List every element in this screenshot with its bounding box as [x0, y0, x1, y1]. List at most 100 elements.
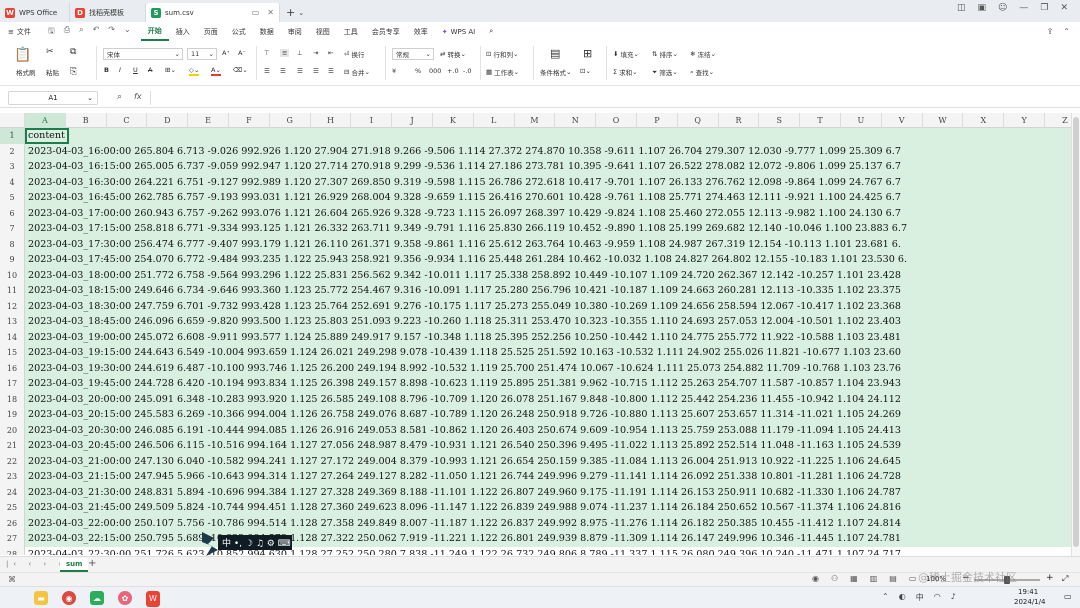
tab-template[interactable]: D 找稻壳模板	[70, 3, 146, 22]
spreadsheet-grid[interactable]: ABCDEFGHIJKLMNOPQRSTUVWXYZ 1 content 2 2023…	[0, 113, 1071, 555]
layout-icon[interactable]: ◫	[957, 3, 966, 13]
data-cell[interactable]: 2023-04-03_22:30:00 251.726 5.623 -10.85…	[25, 547, 1071, 556]
increase-decimal-icon[interactable]: +.0	[447, 67, 459, 75]
data-cell[interactable]: 2023-04-03_18:30:00 247.759 6.701 -9.732…	[25, 298, 1071, 314]
menu-member[interactable]: 会员专享	[365, 22, 407, 41]
tray-app-icon[interactable]: ◐	[899, 592, 906, 603]
collapse-ribbon-icon[interactable]: ⌃	[1063, 27, 1070, 36]
align-left-icon[interactable]: ☰	[264, 67, 270, 75]
cell-style-icon[interactable]: ⊞	[583, 47, 592, 60]
column-header-l[interactable]: L	[474, 113, 515, 128]
data-cell[interactable]: 2023-04-03_21:30:00 248.831 5.894 -10.69…	[25, 484, 1071, 500]
add-sheet-button[interactable]: +	[88, 558, 96, 569]
font-size-select[interactable]: 11 ⌄	[187, 48, 217, 60]
data-cell[interactable]: 2023-04-03_19:15:00 244.643 6.549 -10.00…	[25, 345, 1071, 361]
data-cell[interactable]: 2023-04-03_20:15:00 245.583 6.269 -10.36…	[25, 407, 1071, 423]
data-cell[interactable]: 2023-04-03_22:00:00 250.107 5.756 -10.78…	[25, 515, 1071, 531]
tray-chevron-icon[interactable]: ⌃	[882, 592, 889, 603]
zoom-formula-icon[interactable]: ⌕	[117, 92, 122, 102]
wps-taskbar-icon[interactable]: W	[146, 591, 160, 605]
cond-format-icon[interactable]: ▤	[550, 47, 560, 60]
column-header-r[interactable]: R	[719, 113, 760, 128]
border-icon[interactable]: ⊞⌄	[165, 66, 176, 74]
row-header[interactable]: 14	[0, 329, 25, 345]
column-header-m[interactable]: M	[515, 113, 556, 128]
menu-insert[interactable]: 插入	[169, 22, 197, 41]
row-header[interactable]: 17	[0, 376, 25, 392]
thousands-icon[interactable]: 000	[429, 67, 441, 75]
distribute-icon[interactable]: ☰	[328, 67, 334, 75]
column-header-u[interactable]: U	[841, 113, 882, 128]
column-header-v[interactable]: V	[882, 113, 923, 128]
lock-icon[interactable]: ⚇	[831, 574, 838, 583]
data-cell[interactable]: 2023-04-03_18:15:00 249.646 6.734 -9.646…	[25, 283, 1071, 299]
normal-view-icon[interactable]: ▦	[850, 574, 858, 583]
row-header[interactable]: 13	[0, 314, 25, 330]
zoom-in-icon[interactable]: +	[1046, 573, 1054, 583]
find-button[interactable]: ⌕ 查找 ⌄	[690, 67, 714, 78]
file-explorer-icon[interactable]: ▬	[34, 591, 48, 605]
preview-icon[interactable]: ⌕	[79, 25, 83, 39]
fill-color-icon[interactable]: ◇⌄	[189, 66, 200, 76]
row-header[interactable]: 16	[0, 360, 25, 376]
column-header-e[interactable]: E	[188, 113, 229, 128]
column-header-g[interactable]: G	[270, 113, 311, 128]
align-bottom-icon[interactable]: ⊥	[297, 49, 303, 57]
row-header[interactable]: 7	[0, 221, 25, 237]
save-icon[interactable]: 🖫	[48, 25, 55, 39]
data-cell[interactable]: 2023-04-03_17:00:00 260.943 6.757 -9.262…	[25, 205, 1071, 221]
align-right-icon[interactable]: ☰	[297, 67, 303, 75]
data-cell[interactable]: 2023-04-03_20:00:00 245.091 6.348 -10.28…	[25, 391, 1071, 407]
data-cell[interactable]: 2023-04-03_16:15:00 265.005 6.737 -9.059…	[25, 159, 1071, 175]
align-top-icon[interactable]: ⊤	[264, 49, 270, 57]
row-header[interactable]: 18	[0, 391, 25, 407]
data-cell[interactable]: 2023-04-03_18:00:00 251.772 6.758 -9.564…	[25, 267, 1071, 283]
data-cell[interactable]: 2023-04-03_21:45:00 249.509 5.824 -10.74…	[25, 500, 1071, 516]
row-header[interactable]: 3	[0, 159, 25, 175]
row-header[interactable]: 11	[0, 283, 25, 299]
align-center-icon[interactable]: ☰	[280, 67, 286, 75]
data-cell[interactable]: 2023-04-03_19:45:00 244.728 6.420 -10.19…	[25, 376, 1071, 392]
redo-icon[interactable]: ↷	[108, 25, 115, 39]
column-header-t[interactable]: T	[800, 113, 841, 128]
row-header[interactable]: 5	[0, 190, 25, 206]
merge-button[interactable]: ⊟ 合并 ⌄	[344, 67, 370, 77]
menu-efficiency[interactable]: 效率	[407, 22, 435, 41]
row-header[interactable]: 28	[0, 546, 25, 555]
data-cell[interactable]: 2023-04-03_16:00:00 265.804 6.713 -9.026…	[25, 143, 1071, 159]
column-header-y[interactable]: Y	[1004, 113, 1045, 128]
row-header[interactable]: 20	[0, 422, 25, 438]
data-cell[interactable]: 2023-04-03_16:45:00 262.785 6.757 -9.193…	[25, 190, 1071, 206]
column-header-s[interactable]: S	[759, 113, 801, 128]
column-header-p[interactable]: P	[637, 113, 678, 128]
row-header[interactable]: 15	[0, 345, 25, 361]
column-header-q[interactable]: Q	[678, 113, 719, 128]
tab-wps-office[interactable]: W WPS Office	[0, 3, 70, 22]
cond-format-button[interactable]: 条件格式 ⌄	[540, 67, 571, 77]
app-icon[interactable]: ✿	[118, 591, 132, 605]
data-cell[interactable]: 2023-04-03_19:30:00 244.619 6.487 -10.10…	[25, 360, 1071, 376]
data-cell[interactable]: 2023-04-03_21:00:00 247.130 6.040 -10.58…	[25, 453, 1071, 469]
column-header-k[interactable]: K	[433, 113, 474, 128]
bold-button[interactable]: B	[104, 66, 109, 74]
chevron-down-icon[interactable]: ⌄	[298, 9, 304, 17]
sum-button[interactable]: Σ 求和 ⌄	[613, 67, 638, 77]
filter-button[interactable]: ⏷ 筛选 ⌄	[652, 67, 678, 78]
column-header-i[interactable]: I	[351, 113, 393, 128]
data-cell[interactable]: 2023-04-03_17:30:00 256.474 6.777 -9.407…	[25, 236, 1071, 252]
percent-button[interactable]: %	[415, 67, 421, 75]
strikethrough-icon[interactable]: A	[148, 66, 152, 74]
row-header[interactable]: 24	[0, 484, 25, 500]
menu-formula[interactable]: 公式	[225, 22, 253, 41]
font-name-select[interactable]: 宋体 ⌄	[103, 48, 183, 60]
align-middle-icon[interactable]: ≡	[280, 49, 290, 57]
outdent-icon[interactable]: ⇤	[328, 49, 333, 57]
column-header-z[interactable]: Z	[1045, 113, 1071, 128]
column-header-a[interactable]: A	[25, 113, 66, 128]
sheet-tab-sum[interactable]: sum	[60, 558, 89, 572]
vertical-scrollbar[interactable]	[1071, 113, 1080, 556]
row-header[interactable]: 4	[0, 174, 25, 190]
name-box[interactable]: A1 ⌄	[8, 91, 98, 105]
clock-date[interactable]: 2024/1/4	[1014, 598, 1045, 606]
notification-icon[interactable]: ▭	[1064, 592, 1072, 601]
